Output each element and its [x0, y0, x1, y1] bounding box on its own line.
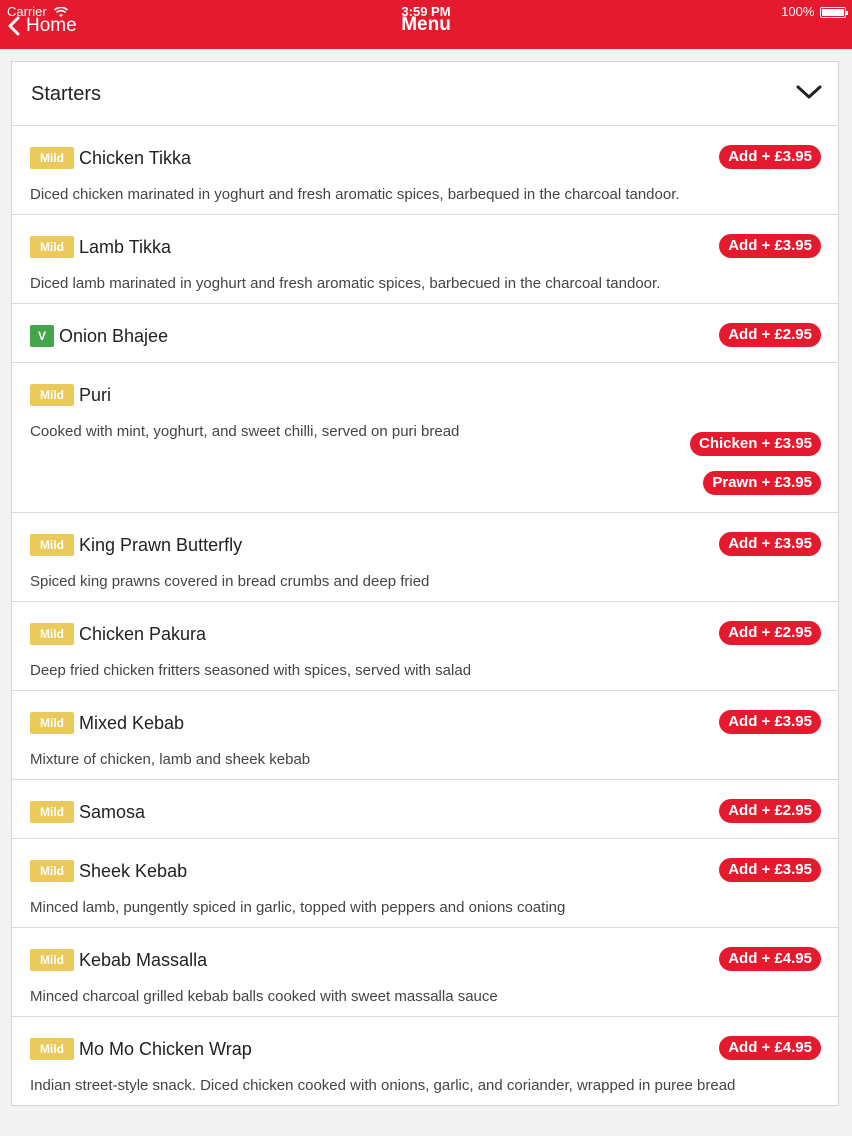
menu-item: Mild Puri Cooked with mint, yoghurt, and s… — [12, 363, 838, 513]
menu-item-name: Mixed Kebab — [79, 712, 185, 733]
menu-item-name: Mo Mo Chicken Wrap — [79, 1038, 252, 1059]
menu-item-header: Mild Chicken Pakura — [30, 622, 206, 646]
menu-item-header: Mild Samosa — [30, 800, 145, 824]
menu-item-header: Mild Chicken Tikka — [30, 146, 191, 170]
menu-item-name: Kebab Massalla — [79, 949, 208, 970]
menu-item-description: Diced chicken marinated in yoghurt and f… — [30, 186, 680, 203]
add-to-order-button[interactable]: Add + £3.95 — [719, 234, 821, 258]
mild-badge: Mild — [30, 860, 74, 882]
mild-badge: Mild — [30, 712, 74, 734]
add-to-order-button[interactable]: Add + £4.95 — [719, 1036, 821, 1060]
add-to-order-button[interactable]: Add + £2.95 — [719, 621, 821, 645]
mild-badge: Mild — [30, 534, 74, 556]
add-to-order-button[interactable]: Add + £2.95 — [719, 323, 821, 347]
menu-item-name: Sheek Kebab — [79, 860, 188, 881]
menu-item-description: Minced charcoal grilled kebab balls cook… — [30, 988, 498, 1005]
mild-badge: Mild — [30, 801, 74, 823]
menu-item-description: Indian street-style snack. Diced chicken… — [30, 1077, 736, 1094]
mild-badge: Mild — [30, 147, 74, 169]
add-to-order-button[interactable]: Add + £2.95 — [719, 799, 821, 823]
add-to-order-button[interactable]: Add + £4.95 — [719, 947, 821, 971]
menu-item-name: Lamb Tikka — [79, 236, 172, 257]
vegetarian-badge: V — [30, 325, 54, 347]
menu-item: Mild Mo Mo Chicken Wrap Indian street-styl… — [12, 1017, 838, 1105]
menu-item-description: Diced lamb marinated in yoghurt and fres… — [30, 275, 661, 292]
menu-item-list: Mild Chicken Tikka Diced chicken marinated… — [12, 126, 838, 1105]
menu-item-name: Samosa — [79, 801, 146, 822]
menu-item-header: Mild Mo Mo Chicken Wrap — [30, 1037, 252, 1061]
menu-item-description: Mixture of chicken, lamb and sheek kebab — [30, 751, 311, 768]
mild-badge: Mild — [30, 623, 74, 645]
menu-item-name: Chicken Pakura — [79, 623, 207, 644]
menu-item-name: Chicken Tikka — [79, 147, 192, 168]
menu-item-header: V Onion Bhajee — [30, 324, 168, 348]
menu-item: Mild King Prawn Butterfly Spiced king praw… — [12, 513, 838, 602]
mild-badge: Mild — [30, 949, 74, 971]
menu-item-description: Deep fried chicken fritters seasoned wit… — [30, 662, 472, 679]
section-title: Starters — [31, 83, 102, 105]
add-to-order-button[interactable]: Chicken + £3.95 — [690, 432, 821, 456]
menu-item-name: Puri — [79, 384, 112, 405]
menu-item: V Onion Bhajee Add + £2.95 — [12, 304, 838, 363]
menu-item: Mild Sheek Kebab Minced lamb, pungently sp… — [12, 839, 838, 928]
section-header-starters[interactable]: Starters — [12, 62, 838, 126]
mild-badge: Mild — [30, 384, 74, 406]
menu-item-header: Mild Puri — [30, 383, 111, 407]
menu-item-header: Mild Sheek Kebab — [30, 859, 187, 883]
mild-badge: Mild — [30, 236, 74, 258]
menu-item-name: King Prawn Butterfly — [79, 534, 243, 555]
add-to-order-button[interactable]: Prawn + £3.95 — [703, 471, 821, 495]
menu-section-card: Starters Mild Chicken Tikka Diced chicken … — [11, 61, 839, 1106]
add-to-order-button[interactable]: Add + £3.95 — [719, 145, 821, 169]
menu-item-header: Mild Lamb Tikka — [30, 235, 171, 259]
menu-item-header: Mild Kebab Massalla — [30, 948, 207, 972]
menu-item: Mild Mixed Kebab Mixture of chicken, lamb … — [12, 691, 838, 780]
navigation-bar: Carrier 3:59 PM 100% Home Menu — [0, 0, 852, 49]
menu-item: Mild Lamb Tikka Diced lamb marinated in yo… — [12, 215, 838, 304]
menu-item: Mild Chicken Tikka Diced chicken marinated… — [12, 126, 838, 215]
add-to-order-button[interactable]: Add + £3.95 — [719, 858, 821, 882]
menu-item: Mild Chicken Pakura Deep fried chicken fri… — [12, 602, 838, 691]
add-to-order-button[interactable]: Add + £3.95 — [719, 710, 821, 734]
mild-badge: Mild — [30, 1038, 74, 1060]
chevron-down-icon[interactable] — [796, 84, 822, 100]
menu-item-name: Onion Bhajee — [59, 325, 169, 346]
page-title: Menu — [401, 14, 451, 35]
menu-item-description: Spiced king prawns covered in bread crum… — [30, 573, 430, 590]
add-to-order-button[interactable]: Add + £3.95 — [719, 532, 821, 556]
menu-item: Mild Kebab Massalla Minced charcoal grille… — [12, 928, 838, 1017]
menu-item-header: Mild King Prawn Butterfly — [30, 533, 242, 557]
menu-item-header: Mild Mixed Kebab — [30, 711, 184, 735]
menu-item-description: Cooked with mint, yoghurt, and sweet chi… — [30, 423, 460, 440]
menu-item-description: Minced lamb, pungently spiced in garlic,… — [30, 899, 566, 916]
menu-item: Mild Samosa Add + £2.95 — [12, 780, 838, 839]
